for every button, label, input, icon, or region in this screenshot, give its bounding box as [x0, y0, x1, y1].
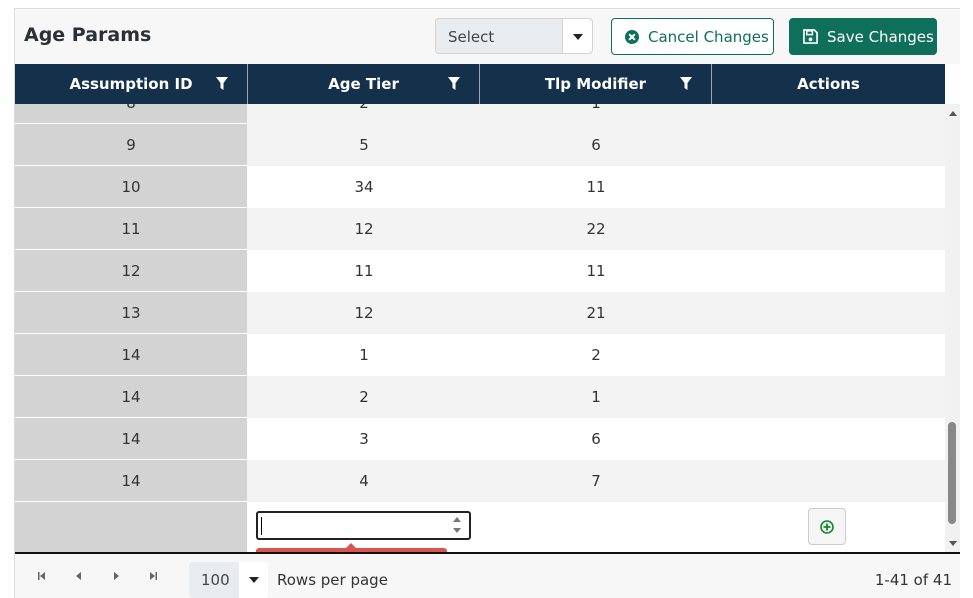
- cell-actions: [712, 334, 945, 375]
- table-row[interactable]: 9 5 6: [15, 124, 945, 166]
- cell-tlp-modifier: 1: [480, 104, 712, 123]
- grid-container: Age Params Select Cancel Changes Save Ch…: [14, 8, 960, 598]
- cell-actions: [712, 250, 945, 291]
- column-header-label: Age Tier: [328, 75, 399, 93]
- table-row[interactable]: 11 12 22: [15, 208, 945, 250]
- column-header-assumption-id[interactable]: Assumption ID: [15, 64, 248, 104]
- filter-icon[interactable]: [448, 77, 460, 90]
- scroll-down-icon[interactable]: [949, 541, 957, 546]
- cell-tlp-modifier: 6: [591, 135, 601, 154]
- cell-tlp-modifier: 11: [586, 177, 606, 196]
- cell-assumption-id: 14: [15, 418, 247, 460]
- cell-tlp-modifier: 21: [586, 303, 606, 322]
- floppy-disk-icon: [803, 29, 818, 44]
- chevron-down-icon[interactable]: [239, 562, 268, 598]
- cell-tlp-modifier: 7: [591, 471, 601, 490]
- column-header-age-tier[interactable]: Age Tier: [248, 64, 480, 104]
- cell-assumption-id: 13: [15, 292, 247, 334]
- filter-icon[interactable]: [216, 77, 228, 90]
- cell-assumption-id: 8: [15, 104, 247, 124]
- age-tier-input[interactable]: [256, 511, 471, 540]
- cell-assumption-id: 9: [15, 124, 247, 166]
- cell-actions: [712, 418, 945, 459]
- cell-tlp-modifier: 22: [586, 219, 606, 238]
- cell-actions: [712, 104, 945, 123]
- column-header-tlp-modifier[interactable]: Tlp Modifier: [480, 64, 712, 104]
- cell-actions: [712, 376, 945, 417]
- spin-up-icon[interactable]: [453, 517, 461, 522]
- cell-tlp-modifier: 2: [591, 345, 601, 364]
- table-row[interactable]: 13 12 21: [15, 292, 945, 334]
- table-row[interactable]: 14 2 1: [15, 376, 945, 418]
- cell-age-tier: 1: [359, 345, 369, 364]
- page-range-info: 1-41 of 41: [874, 571, 952, 589]
- toolbar: Age Params Select Cancel Changes Save Ch…: [15, 9, 960, 64]
- cancel-changes-label: Cancel Changes: [648, 27, 769, 46]
- cancel-circle-icon: [625, 29, 639, 44]
- cell-assumption-id: 14: [15, 460, 247, 502]
- filter-icon[interactable]: [680, 77, 692, 90]
- cell-tlp-modifier: 1: [591, 387, 601, 406]
- scrollbar-thumb[interactable]: [948, 422, 956, 524]
- cell-tlp-modifier: 6: [591, 429, 601, 448]
- select-value: Select: [448, 28, 495, 46]
- cell-actions: [712, 292, 945, 333]
- table-row[interactable]: 14 3 6: [15, 418, 945, 460]
- column-header-actions: Actions: [712, 64, 945, 104]
- cell-assumption-id: 10: [15, 166, 247, 208]
- pager: 100 Rows per page 1-41 of 41: [15, 554, 960, 598]
- column-header-label: Tlp Modifier: [544, 75, 647, 93]
- select-dropdown[interactable]: Select: [435, 18, 593, 54]
- save-changes-button[interactable]: Save Changes: [789, 18, 937, 55]
- table-row[interactable]: 14 1 2: [15, 334, 945, 376]
- cell-age-tier: 12: [354, 219, 374, 238]
- save-changes-label: Save Changes: [827, 27, 934, 46]
- table-row[interactable]: 10 34 11: [15, 166, 945, 208]
- cell-age-tier: 11: [354, 261, 374, 280]
- number-spinner[interactable]: [453, 516, 463, 536]
- cell-assumption-id: 12: [15, 250, 247, 292]
- cell-age-tier: 12: [354, 303, 374, 322]
- cell-actions: [712, 460, 945, 501]
- text-caret: [261, 517, 262, 535]
- cell-age-tier: 4: [359, 471, 369, 490]
- cell-age-tier: 2: [248, 104, 480, 123]
- table-row[interactable]: 12 11 11: [15, 250, 945, 292]
- last-page-icon[interactable]: [146, 570, 160, 582]
- cell-assumption-id: 11: [15, 208, 247, 250]
- cell-tlp-modifier: 11: [586, 261, 606, 280]
- add-row-button[interactable]: [808, 508, 846, 545]
- column-header-label: Assumption ID: [69, 75, 193, 93]
- first-page-icon[interactable]: [35, 570, 49, 582]
- rows-per-page-select[interactable]: 100: [189, 562, 268, 598]
- cell-actions: [712, 208, 945, 249]
- table-header: Assumption ID Age Tier Tlp Modifier Acti…: [15, 64, 945, 104]
- cell-age-tier: 2: [359, 387, 369, 406]
- new-row-editor: [15, 502, 945, 552]
- cell-assumption-id: 14: [15, 334, 247, 376]
- spin-down-icon[interactable]: [453, 528, 461, 533]
- cell-assumption-id: [15, 502, 247, 552]
- table-row[interactable]: 8 2 1: [15, 104, 945, 124]
- chevron-down-icon[interactable]: [562, 19, 592, 53]
- next-page-icon[interactable]: [109, 570, 123, 582]
- cell-age-tier: 34: [354, 177, 374, 196]
- cancel-changes-button[interactable]: Cancel Changes: [611, 18, 774, 55]
- rows-per-page-label: Rows per page: [277, 571, 388, 589]
- cell-actions: [712, 166, 945, 207]
- plus-circle-icon: [820, 519, 834, 534]
- table-row[interactable]: 14 4 7: [15, 460, 945, 502]
- table-body: 8 2 1 9 5 6 10 34 11 11 12 22 12 11 11: [15, 104, 945, 552]
- cell-age-tier: 5: [359, 135, 369, 154]
- scroll-up-icon[interactable]: [949, 111, 957, 116]
- cell-actions: [712, 124, 945, 165]
- rows-per-page-value: 100: [201, 571, 230, 589]
- cell-assumption-id: 14: [15, 376, 247, 418]
- page-title: Age Params: [24, 24, 152, 46]
- column-header-label: Actions: [797, 75, 860, 93]
- previous-page-icon[interactable]: [72, 570, 86, 582]
- vertical-scrollbar[interactable]: [945, 104, 960, 552]
- cell-age-tier: 3: [359, 429, 369, 448]
